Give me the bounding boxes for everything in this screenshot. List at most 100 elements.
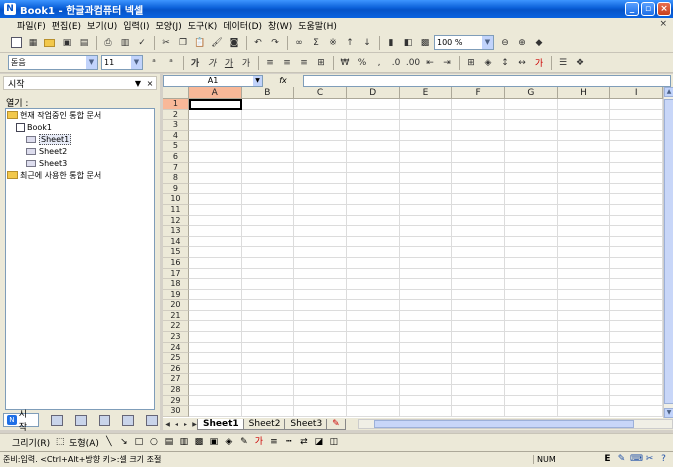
help-icon[interactable]: ?	[658, 454, 669, 465]
grid-cell[interactable]	[188, 395, 242, 407]
ellipse-icon[interactable]: ○	[148, 437, 160, 448]
grid-cell[interactable]	[452, 194, 505, 205]
font-name-select[interactable]: 돋음 ▼	[8, 55, 98, 70]
grid-cell[interactable]	[294, 268, 347, 280]
grid-cell[interactable]	[610, 162, 663, 174]
scroll-down-icon[interactable]: ▼	[664, 408, 673, 418]
grid-cell[interactable]	[241, 406, 295, 417]
add-sheet-icon[interactable]: ✎	[326, 418, 346, 430]
align-center-icon[interactable]: ≡	[279, 55, 295, 71]
help-icon[interactable]: ◆	[531, 35, 547, 51]
grid-cell[interactable]	[504, 310, 558, 322]
grid-cell[interactable]	[610, 151, 663, 163]
grid-cell[interactable]	[399, 353, 453, 364]
grid-cell[interactable]	[294, 151, 347, 163]
grid-cell[interactable]	[452, 226, 505, 237]
chart-icon[interactable]: ▮	[383, 35, 399, 51]
menu-data[interactable]: 데이터(D)	[220, 19, 265, 32]
grid-cell[interactable]	[346, 321, 400, 333]
grid-cell[interactable]	[346, 204, 400, 216]
row-header[interactable]: 5	[163, 141, 189, 152]
template-icon[interactable]: ▦	[25, 35, 41, 51]
grid-cell[interactable]	[188, 332, 242, 343]
grid-cell[interactable]	[294, 406, 347, 417]
grid-cell[interactable]	[504, 141, 558, 152]
row-header[interactable]: 10	[163, 194, 189, 205]
grid-cell[interactable]	[399, 310, 453, 322]
grid-cell[interactable]	[241, 162, 295, 174]
italic-icon[interactable]: 가	[204, 55, 220, 71]
grid-cell[interactable]	[504, 363, 558, 375]
grid-cell[interactable]	[346, 300, 400, 311]
grid-cell[interactable]	[504, 109, 558, 121]
comma-icon[interactable]: ,	[371, 55, 387, 71]
grid-cell[interactable]	[504, 321, 558, 333]
grid-cell[interactable]	[504, 173, 558, 184]
zoom-select[interactable]: 100 % ▼	[434, 35, 494, 50]
grid-cell[interactable]	[241, 279, 295, 290]
grid-cell[interactable]	[346, 395, 400, 407]
column-header[interactable]: C	[294, 87, 347, 99]
grid-cell[interactable]	[610, 194, 663, 205]
merge-center-icon[interactable]: ⊞	[313, 55, 329, 71]
grid-cell[interactable]	[610, 204, 663, 216]
grid-cell[interactable]	[346, 120, 400, 131]
grid-cell[interactable]	[294, 99, 347, 110]
grid-cell[interactable]	[452, 353, 505, 364]
grid-cell[interactable]	[610, 332, 663, 343]
column-header[interactable]: G	[504, 87, 558, 99]
grid-cell[interactable]	[294, 310, 347, 322]
column-header[interactable]: I	[610, 87, 663, 99]
wordart-icon[interactable]: ▥	[178, 437, 190, 448]
grid-cell[interactable]	[241, 120, 295, 131]
grid-cell[interactable]	[610, 268, 663, 280]
row-header[interactable]: 19	[163, 289, 189, 301]
grid-cell[interactable]	[557, 374, 611, 386]
grid-cell[interactable]	[188, 247, 242, 258]
grid-cell[interactable]	[294, 183, 347, 195]
grid-cell[interactable]	[241, 183, 295, 195]
grid-cell[interactable]	[452, 321, 505, 333]
grid-cell[interactable]	[504, 353, 558, 364]
row-header[interactable]: 27	[163, 374, 189, 386]
shrink-font-icon[interactable]: ᵃ	[163, 55, 179, 71]
grid-cell[interactable]	[399, 141, 453, 152]
grid-cell[interactable]	[399, 109, 453, 121]
line-style-icon[interactable]: ≡	[268, 437, 280, 448]
grid-cell[interactable]	[241, 173, 295, 184]
row-header[interactable]: 2	[163, 109, 189, 121]
format-painter-icon[interactable]: 🖌	[209, 35, 225, 51]
name-box[interactable]: A1 ▼	[163, 74, 263, 87]
textbox-icon[interactable]: ▤	[163, 437, 175, 448]
select-all-corner[interactable]	[163, 87, 189, 99]
grid-cell[interactable]	[399, 226, 453, 237]
row-header[interactable]: 29	[163, 395, 189, 407]
grid-cell[interactable]	[346, 257, 400, 269]
document-close-icon[interactable]: ×	[659, 19, 667, 29]
grid-cell[interactable]	[452, 162, 505, 174]
row-height-icon[interactable]: ↕	[497, 55, 513, 71]
grid-cell[interactable]	[610, 406, 663, 417]
grid-cell[interactable]	[557, 321, 611, 333]
decrease-indent-icon[interactable]: ⇤	[422, 55, 438, 71]
grid-cell[interactable]	[610, 226, 663, 237]
grid-cell[interactable]	[294, 247, 347, 258]
tree-sheet-2[interactable]: Sheet2	[6, 145, 154, 157]
clipboard-tab-icon[interactable]	[74, 414, 87, 426]
grid-cell[interactable]	[241, 385, 295, 396]
grid-cell[interactable]	[294, 236, 347, 248]
tree-sheet-3[interactable]: Sheet3	[6, 157, 154, 169]
row-header[interactable]: 28	[163, 385, 189, 396]
font-color-icon[interactable]: 가	[253, 437, 265, 448]
grid-cell[interactable]	[346, 194, 400, 205]
grid-cell[interactable]	[241, 332, 295, 343]
keyboard-icon[interactable]: ⌨	[630, 454, 643, 465]
active-cell[interactable]	[188, 99, 242, 110]
grid-cell[interactable]	[399, 395, 453, 407]
grid-cell[interactable]	[346, 353, 400, 364]
grid-cell[interactable]	[557, 332, 611, 343]
grid-cell[interactable]	[346, 99, 400, 110]
row-header[interactable]: 21	[163, 310, 189, 322]
grid-cell[interactable]	[557, 236, 611, 248]
grid-cell[interactable]	[399, 300, 453, 311]
